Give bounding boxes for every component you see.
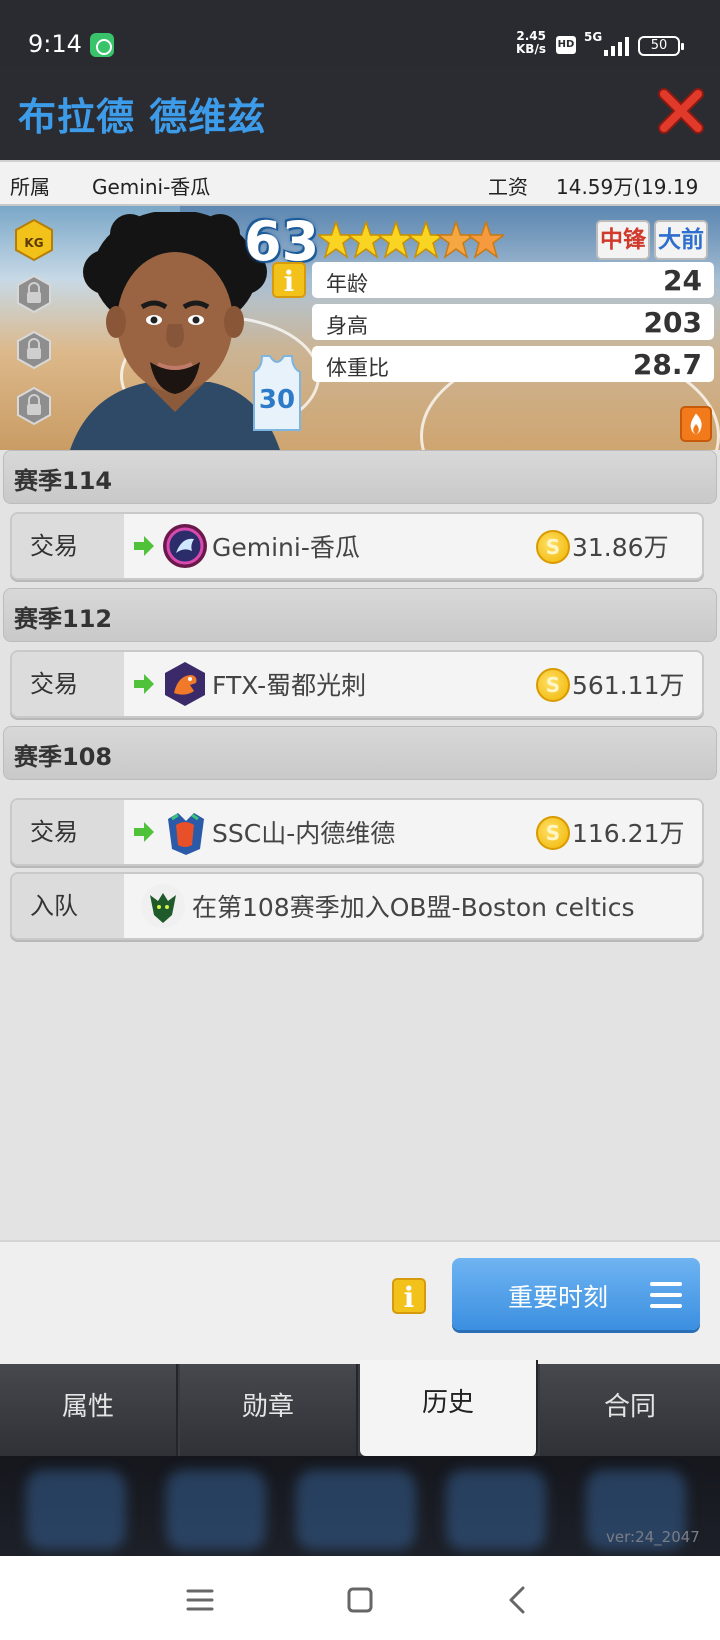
locked-badge-icon[interactable] xyxy=(14,386,54,426)
stat-height: 身高 203 xyxy=(312,304,714,340)
key-moments-button[interactable]: 重要时刻 xyxy=(452,1258,700,1330)
salary-label: 工资 xyxy=(488,175,528,199)
back-icon[interactable] xyxy=(498,1580,538,1620)
network-speed: 2.45 KB/s xyxy=(516,29,546,56)
jersey-icon: 30 xyxy=(253,355,301,431)
position-badge-power-forward: 大前 xyxy=(654,220,708,260)
stat-age: 年龄 24 xyxy=(312,262,714,298)
transfer-amount: 31.86万 xyxy=(572,533,669,562)
tab-medals[interactable]: 勋章 xyxy=(180,1364,358,1456)
coin-icon xyxy=(536,530,570,564)
locked-badge-icon[interactable] xyxy=(14,330,54,370)
battery-icon: 50 xyxy=(638,36,684,56)
team-value: Gemini-香瓜 xyxy=(92,175,211,199)
fire-icon[interactable] xyxy=(680,406,712,442)
transfer-amount: 116.21万 xyxy=(572,819,685,848)
tab-history[interactable]: 历史 xyxy=(360,1360,538,1456)
team-name: FTX-蜀都光刺 xyxy=(212,671,367,700)
coin-icon xyxy=(536,816,570,850)
system-navigation-bar xyxy=(0,1556,720,1640)
bottom-menu-strip: ver:24_2047 xyxy=(0,1456,720,1556)
star-rating-icon xyxy=(318,219,504,259)
history-type: 交易 xyxy=(12,800,124,864)
menu-icon[interactable] xyxy=(180,1580,220,1620)
team-name: SSC山-内德维德 xyxy=(212,819,396,848)
season-header: 赛季114 xyxy=(3,450,717,504)
stat-weight-ratio: 体重比 28.7 xyxy=(312,346,714,382)
tab-attributes[interactable]: 属性 xyxy=(0,1364,178,1456)
history-type: 入队 xyxy=(12,874,124,938)
player-info-bar: 所属 Gemini-香瓜 工资 14.59万(19.19万) xyxy=(0,160,720,228)
team-logo-icon xyxy=(163,524,207,568)
hd-icon: HD xyxy=(556,36,576,54)
svg-text:KG: KG xyxy=(24,236,43,250)
transfer-amount: 561.11万 xyxy=(572,671,685,700)
signal-icon xyxy=(600,36,630,56)
team-name: Gemini-香瓜 xyxy=(212,533,360,562)
team-logo-icon xyxy=(168,813,204,855)
history-type: 交易 xyxy=(12,652,124,716)
version-label: ver:24_2047 xyxy=(606,1528,700,1546)
coin-icon xyxy=(536,668,570,702)
join-description: 在第108赛季加入OB盟-Boston celtics xyxy=(192,893,635,922)
arrow-right-icon xyxy=(134,822,154,842)
history-type: 交易 xyxy=(12,514,124,578)
info-icon[interactable]: i xyxy=(392,1278,426,1314)
player-name: 布拉德 德维兹 xyxy=(18,95,267,139)
info-icon[interactable]: i xyxy=(272,262,306,298)
season-header: 赛季112 xyxy=(3,588,717,642)
app-notification-icon xyxy=(90,33,114,57)
header: 布拉德 德维兹 xyxy=(0,66,720,160)
season-header: 赛季108 xyxy=(3,726,717,780)
home-icon[interactable] xyxy=(340,1580,380,1620)
locked-badge-icon[interactable] xyxy=(14,274,54,314)
arrow-right-icon xyxy=(134,674,154,694)
history-row[interactable]: 交易 SSC山-内德维德 116.21万 xyxy=(10,798,704,866)
history-row[interactable]: 交易 Gemini-香瓜 31.86万 xyxy=(10,512,704,580)
status-bar: 9:14 2.45 KB/s HD 5G 50 xyxy=(0,0,720,66)
history-row[interactable]: 交易 FTX-蜀都光刺 561.11万 xyxy=(10,650,704,718)
arrow-right-icon xyxy=(134,536,154,556)
menu-icon xyxy=(650,1282,682,1308)
team-logo-icon xyxy=(165,662,205,706)
team-label: 所属 xyxy=(10,175,50,199)
close-icon[interactable] xyxy=(656,86,706,136)
svg-text:30: 30 xyxy=(259,385,295,415)
status-time: 9:14 xyxy=(28,30,82,58)
history-row[interactable]: 入队 在第108赛季加入OB盟-Boston celtics xyxy=(10,872,704,940)
tab-bar: 属性 勋章 历史 合同 xyxy=(0,1360,720,1456)
player-card: KG 30 63 中锋 大前 i 年龄 24 身高 203 体重比 28.7 xyxy=(0,206,720,450)
team-logo-icon xyxy=(141,884,185,928)
tab-contract[interactable]: 合同 xyxy=(540,1364,720,1456)
action-bar: i 重要时刻 xyxy=(0,1240,720,1364)
position-badge-center: 中锋 xyxy=(596,220,650,260)
history-list: 赛季114 交易 Gemini-香瓜 31.86万 赛季112 交易 FTX-蜀… xyxy=(0,450,720,1240)
